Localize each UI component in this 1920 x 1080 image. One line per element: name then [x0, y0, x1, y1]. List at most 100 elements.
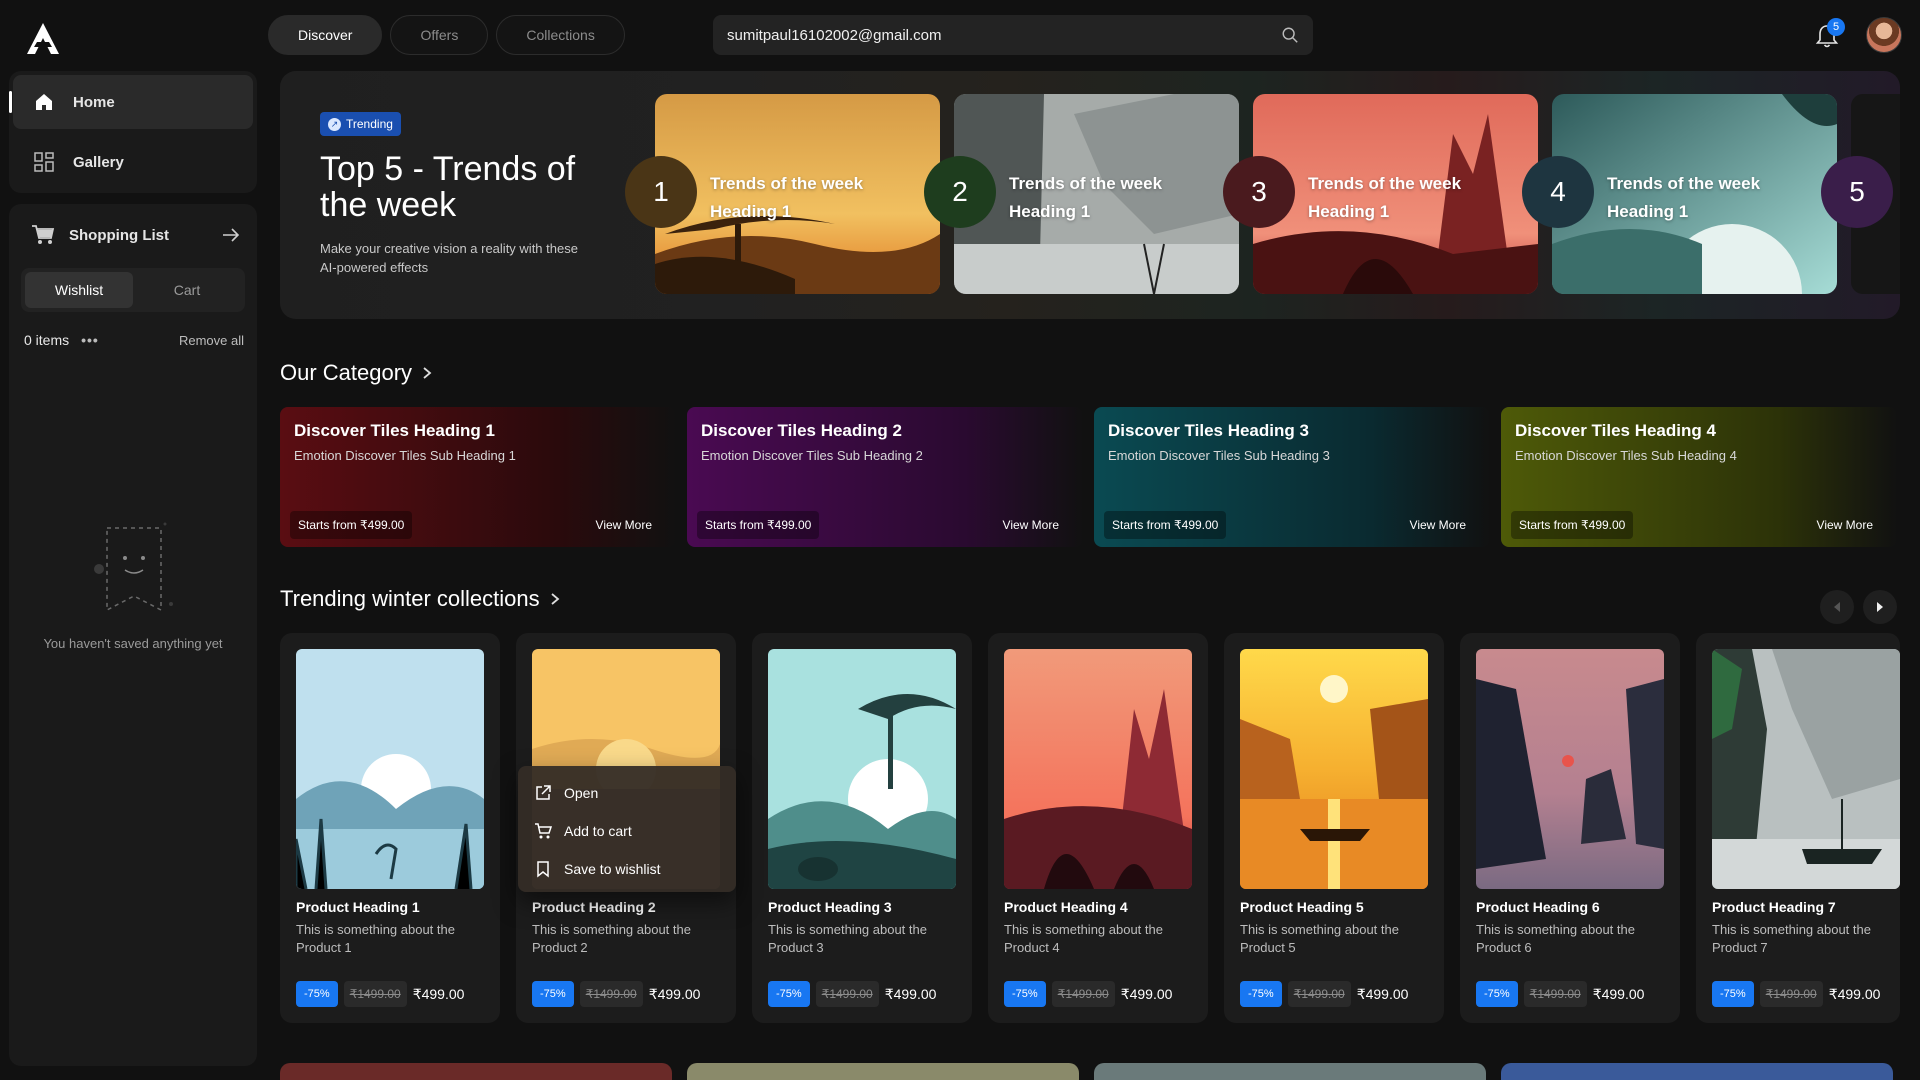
category-tile-heading: Discover Tiles Heading 3 — [1108, 421, 1309, 440]
view-more-link[interactable]: View More — [1817, 518, 1873, 532]
chevron-right-icon — [423, 367, 432, 379]
original-price: ₹1499.00 — [815, 981, 879, 1007]
trend-card-title: Trends of the week Heading 1 — [1009, 170, 1162, 226]
product-description: This is something about the Product 5 — [1240, 922, 1399, 955]
product-card-3[interactable]: Product Heading 3 This is something abou… — [752, 633, 972, 1023]
product-price-row: -75% ₹1499.00 ₹499.00 — [1712, 981, 1880, 1007]
context-add-to-cart[interactable]: Add to cart — [518, 812, 736, 850]
discount-badge: -75% — [1004, 981, 1046, 1007]
product-price-row: -75% ₹1499.00 ₹499.00 — [296, 981, 464, 1007]
product-card-7[interactable]: Product Heading 7 This is something abou… — [1696, 633, 1900, 1023]
product-image — [1712, 649, 1900, 889]
product-card-4[interactable]: Product Heading 4 This is something abou… — [988, 633, 1208, 1023]
carousel-prev-button[interactable] — [1820, 590, 1854, 624]
product-image — [1476, 649, 1664, 889]
caret-left-icon — [1834, 602, 1840, 612]
arrow-right-icon[interactable] — [221, 227, 241, 243]
trend-card-2[interactable]: Trends of the week Heading 1 — [954, 94, 1239, 294]
trend-card-line1: Trends of the week — [1308, 174, 1462, 193]
tab-wishlist[interactable]: Wishlist — [25, 272, 133, 308]
tab-collections[interactable]: Collections — [496, 15, 625, 55]
discount-badge: -75% — [768, 981, 810, 1007]
product-description: This is something about the Product 1 — [296, 922, 455, 955]
category-tile-sub: Emotion Discover Tiles Sub Heading 3 — [1108, 448, 1330, 463]
trend-rank-5: 5 — [1821, 156, 1893, 228]
product-card-6[interactable]: Product Heading 6 This is something abou… — [1460, 633, 1680, 1023]
product-card-1[interactable]: Product Heading 1 This is something abou… — [280, 633, 500, 1023]
product-price-row: -75% ₹1499.00 ₹499.00 — [1004, 981, 1172, 1007]
chevron-right-icon — [551, 593, 560, 605]
original-price: ₹1499.00 — [579, 981, 643, 1007]
trending-badge-label: Trending — [346, 117, 393, 131]
app-logo[interactable] — [24, 20, 62, 58]
category-tile-sub: Emotion Discover Tiles Sub Heading 2 — [701, 448, 923, 463]
trend-card-1[interactable]: Trends of the week Heading 1 — [655, 94, 940, 294]
sale-price: ₹499.00 — [1356, 985, 1409, 1002]
trend-card-line2: Heading 1 — [710, 202, 792, 221]
hero-subtitle: Make your creative vision a reality with… — [320, 241, 578, 275]
category-title: Our Category — [280, 360, 413, 385]
shopping-list-tabs: Wishlist Cart — [21, 268, 245, 312]
category-tile-3[interactable]: Discover Tiles Heading 3 Emotion Discove… — [1094, 407, 1490, 547]
product-description: This is something about the Product 3 — [768, 922, 927, 955]
home-icon — [36, 94, 52, 110]
carousel-next-button[interactable] — [1863, 590, 1897, 624]
more-options-icon[interactable]: ••• — [81, 332, 99, 348]
product-heading: Product Heading 4 — [1004, 899, 1128, 915]
context-save-to-wishlist[interactable]: Save to wishlist — [518, 850, 736, 888]
tab-discover[interactable]: Discover — [268, 15, 383, 55]
view-more-link[interactable]: View More — [596, 518, 652, 532]
discount-badge: -75% — [1240, 981, 1282, 1007]
product-image — [768, 649, 956, 889]
items-count: 0 items — [24, 332, 70, 348]
shopping-list-title: Shopping List — [69, 226, 169, 244]
external-link-icon — [536, 785, 551, 800]
sidebar-item-home[interactable]: Home — [9, 75, 253, 129]
category-tile-1[interactable]: Discover Tiles Heading 1 Emotion Discove… — [280, 407, 676, 547]
sidebar-item-gallery[interactable]: Gallery — [13, 135, 253, 189]
search-input[interactable] — [727, 26, 1281, 44]
view-more-link[interactable]: View More — [1003, 518, 1059, 532]
notification-badge: 5 — [1827, 18, 1845, 36]
hero-title: Top 5 - Trends of the week — [320, 150, 576, 224]
category-tile-price: Starts from ₹499.00 — [290, 511, 413, 539]
view-more-link[interactable]: View More — [1410, 518, 1466, 532]
sidebar-item-label: Home — [73, 93, 115, 111]
product-price-row: -75% ₹1499.00 ₹499.00 — [1476, 981, 1644, 1007]
sale-price: ₹499.00 — [412, 985, 465, 1002]
category-tile-sub: Emotion Discover Tiles Sub Heading 4 — [1515, 448, 1737, 463]
category-tile-price: Starts from ₹499.00 — [697, 511, 820, 539]
product-price-row: -75% ₹1499.00 ₹499.00 — [768, 981, 936, 1007]
search-icon[interactable] — [1281, 26, 1299, 44]
trend-rank-1: 1 — [625, 156, 697, 228]
category-tile-4[interactable]: Discover Tiles Heading 4 Emotion Discove… — [1501, 407, 1897, 547]
remove-all-button[interactable]: Remove all — [179, 333, 244, 348]
search-bar — [713, 15, 1313, 55]
trend-card-3[interactable]: Trends of the week Heading 1 — [1253, 94, 1538, 294]
trending-hero: ↗ Trending Top 5 - Trends of the week Ma… — [280, 71, 1900, 319]
context-open[interactable]: Open — [518, 774, 736, 812]
product-heading: Product Heading 1 — [296, 899, 420, 915]
shopping-list-panel: Shopping List Wishlist Cart 0 items ••• … — [9, 204, 257, 1066]
avatar[interactable] — [1866, 17, 1902, 53]
category-section-title[interactable]: Our Category — [280, 360, 432, 386]
shopping-list-header: Shopping List — [31, 224, 241, 246]
discount-badge: -75% — [1712, 981, 1754, 1007]
tab-offers[interactable]: Offers — [390, 15, 489, 55]
product-card-5[interactable]: Product Heading 5 This is something abou… — [1224, 633, 1444, 1023]
original-price: ₹1499.00 — [343, 981, 407, 1007]
category-tile-2[interactable]: Discover Tiles Heading 2 Emotion Discove… — [687, 407, 1083, 547]
trend-card-line1: Trends of the week — [710, 174, 864, 193]
caret-right-icon — [1877, 602, 1883, 612]
tab-cart[interactable]: Cart — [133, 272, 241, 308]
sale-price: ₹499.00 — [1828, 985, 1881, 1002]
category-tile-heading: Discover Tiles Heading 4 — [1515, 421, 1716, 440]
product-price-row: -75% ₹1499.00 ₹499.00 — [1240, 981, 1408, 1007]
product-image — [1004, 649, 1192, 889]
trend-card-4[interactable]: Trends of the week Heading 1 — [1552, 94, 1837, 294]
winter-section-title[interactable]: Trending winter collections — [280, 586, 560, 612]
trend-card-line2: Heading 1 — [1009, 202, 1091, 221]
product-price-row: -75% ₹1499.00 ₹499.00 — [532, 981, 700, 1007]
context-item-label: Open — [564, 785, 599, 801]
winter-title: Trending winter collections — [280, 586, 540, 611]
